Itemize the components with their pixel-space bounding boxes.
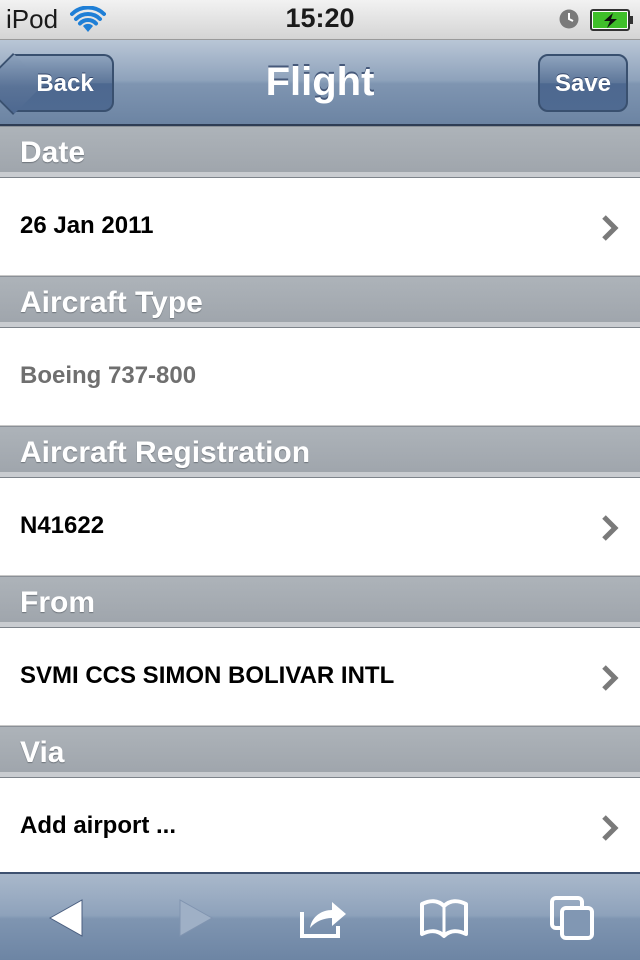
via-airport-row[interactable]: Add airport ... [0, 778, 640, 872]
section-header-date: Date [0, 126, 640, 178]
aircraft-registration-row[interactable]: N41622 [0, 478, 640, 576]
status-bar: iPod 15:20 [0, 0, 640, 40]
chevron-right-icon [602, 515, 619, 541]
from-airport-value: SVMI CCS SIMON BOLIVAR INTL [20, 662, 395, 689]
battery-charging-icon [590, 9, 633, 31]
section-header-via: Via [0, 726, 640, 778]
aircraft-registration-value: N41622 [20, 512, 105, 539]
section-header-label: Via [20, 736, 65, 769]
back-button[interactable]: Back [12, 54, 114, 112]
section-header-label: Date [20, 136, 86, 169]
from-airport-row[interactable]: SVMI CCS SIMON BOLIVAR INTL [0, 628, 640, 726]
browser-toolbar [0, 872, 640, 960]
chevron-right-icon [602, 815, 619, 841]
date-row[interactable]: 26 Jan 2011 [0, 178, 640, 276]
section-header-aircraft-type: Aircraft Type [0, 276, 640, 328]
section-header-aircraft-registration: Aircraft Registration [0, 426, 640, 478]
forward-arrow-icon [179, 899, 214, 937]
status-time: 15:20 [285, 3, 355, 33]
bookmarks-icon[interactable] [418, 894, 470, 942]
pages-icon[interactable] [548, 894, 600, 942]
flight-form: Date 26 Jan 2011 Aircraft Type Boeing 73… [0, 126, 640, 872]
chevron-right-icon [602, 215, 619, 241]
alarm-icon [559, 9, 579, 29]
section-header-label: Aircraft Type [20, 286, 203, 319]
chevron-right-icon [602, 665, 619, 691]
section-header-from: From [0, 576, 640, 628]
share-icon[interactable] [298, 894, 350, 942]
aircraft-type-row: Boeing 737-800 [0, 328, 640, 426]
back-arrow-icon[interactable] [42, 894, 94, 942]
aircraft-type-value: Boeing 737-800 [20, 362, 197, 389]
navigation-bar: Back Flight Save [0, 40, 640, 126]
add-airport-label: Add airport ... [20, 812, 176, 839]
section-header-label: From [20, 586, 95, 619]
back-button-label: Back [36, 70, 94, 97]
section-header-label: Aircraft Registration [20, 436, 311, 469]
save-button[interactable]: Save [538, 54, 628, 112]
date-value: 26 Jan 2011 [20, 212, 154, 239]
